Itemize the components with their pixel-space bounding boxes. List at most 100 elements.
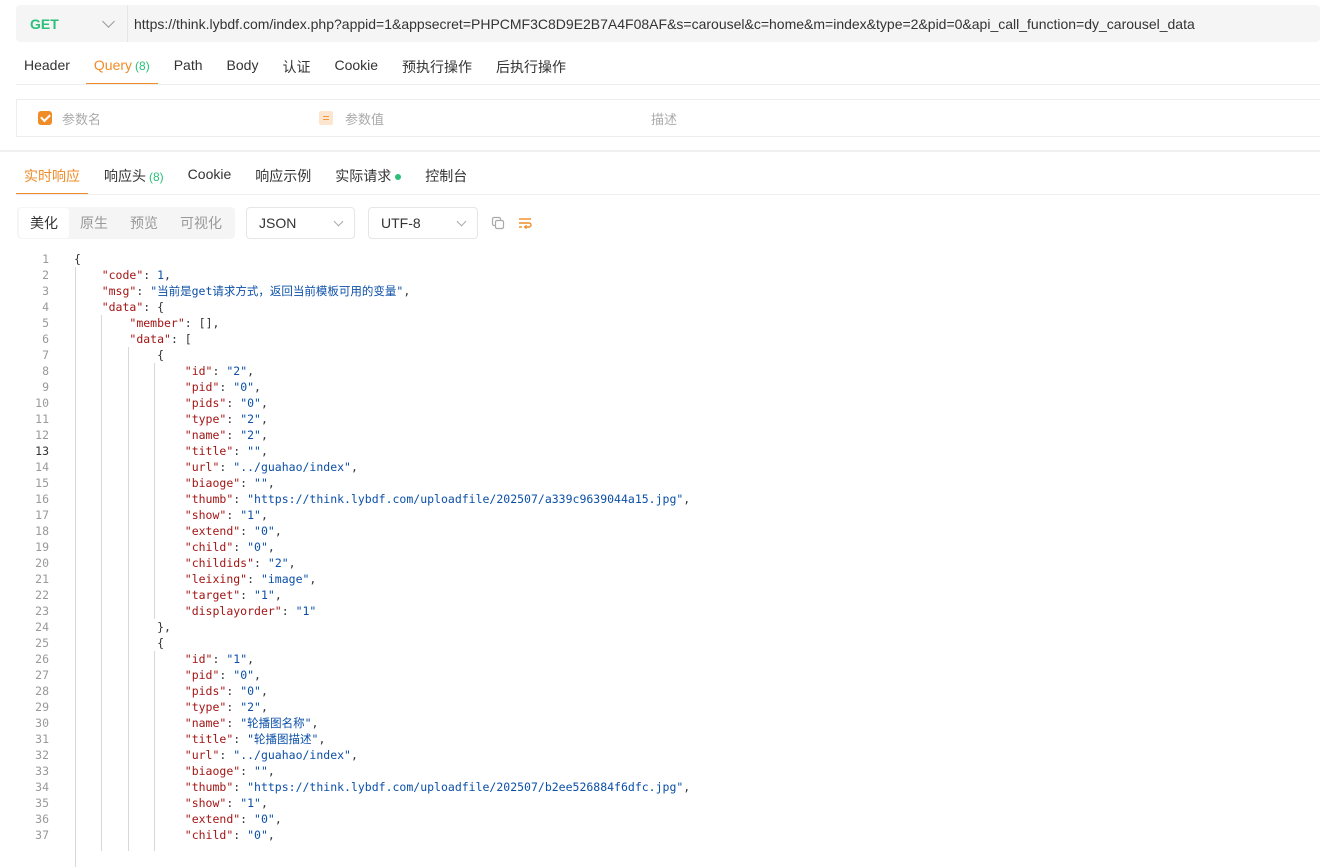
- code-line: 33 "biaoge": "",: [0, 763, 1320, 779]
- tab-response-cookie[interactable]: Cookie: [180, 156, 240, 194]
- tab-badge: (8): [149, 170, 164, 184]
- tab-path[interactable]: Path: [166, 46, 211, 84]
- checkbox-icon[interactable]: [38, 111, 52, 125]
- code-line: 31 "title": "轮播图描述",: [0, 731, 1320, 747]
- line-number: 12: [35, 428, 49, 442]
- tab-cookie[interactable]: Cookie: [326, 46, 386, 84]
- param-name-header: 参数名: [62, 111, 102, 127]
- code-text: {: [74, 252, 81, 266]
- code-line: 6 "data": [: [0, 331, 1320, 347]
- tab-post-script[interactable]: 后执行操作: [488, 46, 574, 84]
- code-text: "childids": "2",: [184, 556, 296, 570]
- tab-auth[interactable]: 认证: [274, 46, 318, 84]
- tab-console[interactable]: 控制台: [417, 156, 475, 194]
- tab-label: 响应示例: [255, 168, 312, 184]
- line-number: 9: [42, 380, 49, 394]
- code-text: "pid": "0",: [184, 668, 261, 682]
- code-line: 3 "msg": "当前是get请求方式，返回当前模板可用的变量",: [0, 283, 1320, 299]
- code-text: "type": "2",: [184, 412, 268, 426]
- tab-response-example[interactable]: 响应示例: [247, 156, 319, 194]
- line-number: 29: [35, 700, 49, 714]
- code-text: "biaoge": "",: [184, 764, 275, 778]
- tab-label: Cookie: [334, 57, 379, 73]
- code-line: 10 "pids": "0",: [0, 395, 1320, 411]
- tab-response-headers[interactable]: 响应头 (8): [96, 156, 172, 194]
- code-line: 8 "id": "2",: [0, 363, 1320, 379]
- method-select[interactable]: GET: [16, 5, 128, 42]
- param-value-header: 参数值: [345, 111, 385, 127]
- line-number: 22: [35, 588, 49, 602]
- copy-icon[interactable]: [491, 216, 505, 230]
- code-line: 36 "extend": "0",: [0, 811, 1320, 827]
- code-line: 29 "type": "2",: [0, 699, 1320, 715]
- code-line: 5 "member": [],: [0, 315, 1320, 331]
- code-text: "thumb": "https://think.lybdf.com/upload…: [184, 780, 691, 794]
- code-line: 34 "thumb": "https://think.lybdf.com/upl…: [0, 779, 1320, 795]
- params-header: 参数名 = 参数值 描述: [16, 99, 1320, 137]
- line-number: 5: [42, 316, 49, 330]
- code-line: 25 {: [0, 635, 1320, 651]
- tab-body[interactable]: Body: [219, 46, 267, 84]
- equals-icon: =: [319, 111, 333, 125]
- chevron-down-icon: [102, 15, 115, 28]
- code-text: "type": "2",: [184, 700, 268, 714]
- tab-label: Header: [24, 57, 70, 73]
- divider: [16, 194, 1320, 195]
- code-line: 18 "extend": "0",: [0, 523, 1320, 539]
- request-tabs: Header Query (8) Path Body 认证 Cookie 预执行操…: [16, 46, 582, 85]
- tab-query[interactable]: Query (8): [85, 46, 158, 85]
- line-number: 2: [42, 268, 49, 282]
- line-number: 35: [35, 796, 49, 810]
- code-line: 35 "show": "1",: [0, 795, 1320, 811]
- code-line: 16 "thumb": "https://think.lybdf.com/upl…: [0, 491, 1320, 507]
- code-text: "show": "1",: [184, 508, 268, 522]
- wrap-icon[interactable]: [518, 216, 532, 230]
- line-number: 6: [42, 332, 49, 346]
- line-number: 36: [35, 812, 49, 826]
- view-mode-raw[interactable]: 原生: [69, 208, 119, 238]
- line-number: 30: [35, 716, 49, 730]
- panel-splitter[interactable]: [0, 150, 1320, 152]
- line-number: 11: [35, 412, 49, 426]
- encoding-select[interactable]: UTF-8: [368, 207, 478, 239]
- line-number: 26: [35, 652, 49, 666]
- tab-pre-script[interactable]: 预执行操作: [394, 46, 480, 84]
- code-text: "thumb": "https://think.lybdf.com/upload…: [184, 492, 691, 506]
- line-number: 32: [35, 748, 49, 762]
- code-text: "biaoge": "",: [184, 476, 275, 490]
- view-mode-preview[interactable]: 预览: [119, 208, 169, 238]
- tab-live-response[interactable]: 实时响应: [16, 156, 88, 195]
- line-number: 20: [35, 556, 49, 570]
- line-number: 13: [35, 444, 49, 458]
- code-text: "extend": "0",: [184, 524, 282, 538]
- code-line: 2 "code": 1,: [0, 267, 1320, 283]
- chevron-down-icon: [333, 216, 344, 226]
- code-text: "extend": "0",: [184, 812, 282, 826]
- format-select[interactable]: JSON: [246, 207, 355, 239]
- code-line: 23 "displayorder": "1": [0, 603, 1320, 619]
- code-line: 9 "pid": "0",: [0, 379, 1320, 395]
- code-line: 32 "url": "../guahao/index",: [0, 747, 1320, 763]
- url-input[interactable]: https://think.lybdf.com/index.php?appid=…: [128, 16, 1195, 32]
- code-text: "url": "../guahao/index",: [184, 748, 358, 762]
- code-line: 17 "show": "1",: [0, 507, 1320, 523]
- code-line: 19 "child": "0",: [0, 539, 1320, 555]
- code-line: 27 "pid": "0",: [0, 667, 1320, 683]
- tab-header[interactable]: Header: [16, 46, 78, 84]
- code-line: 15 "biaoge": "",: [0, 475, 1320, 491]
- line-number: 14: [35, 460, 49, 474]
- view-mode-visualize[interactable]: 可视化: [169, 208, 233, 238]
- response-code-viewer[interactable]: 1 {2 "code": 1, 3 "msg": "当前是get请求方式，返回当前模…: [0, 251, 1320, 867]
- line-number: 1: [42, 252, 49, 266]
- code-text: "code": 1,: [101, 268, 171, 282]
- view-mode-pretty[interactable]: 美化: [19, 208, 69, 238]
- tab-actual-request[interactable]: 实际请求: [327, 156, 409, 194]
- line-number: 37: [35, 828, 49, 842]
- code-text: "target": "1",: [184, 588, 282, 602]
- line-number: 34: [35, 780, 49, 794]
- code-text: "child": "0",: [184, 828, 275, 842]
- line-number: 16: [35, 492, 49, 506]
- tab-label: 实时响应: [24, 168, 80, 184]
- line-number: 4: [42, 300, 49, 314]
- code-line: 24 },: [0, 619, 1320, 635]
